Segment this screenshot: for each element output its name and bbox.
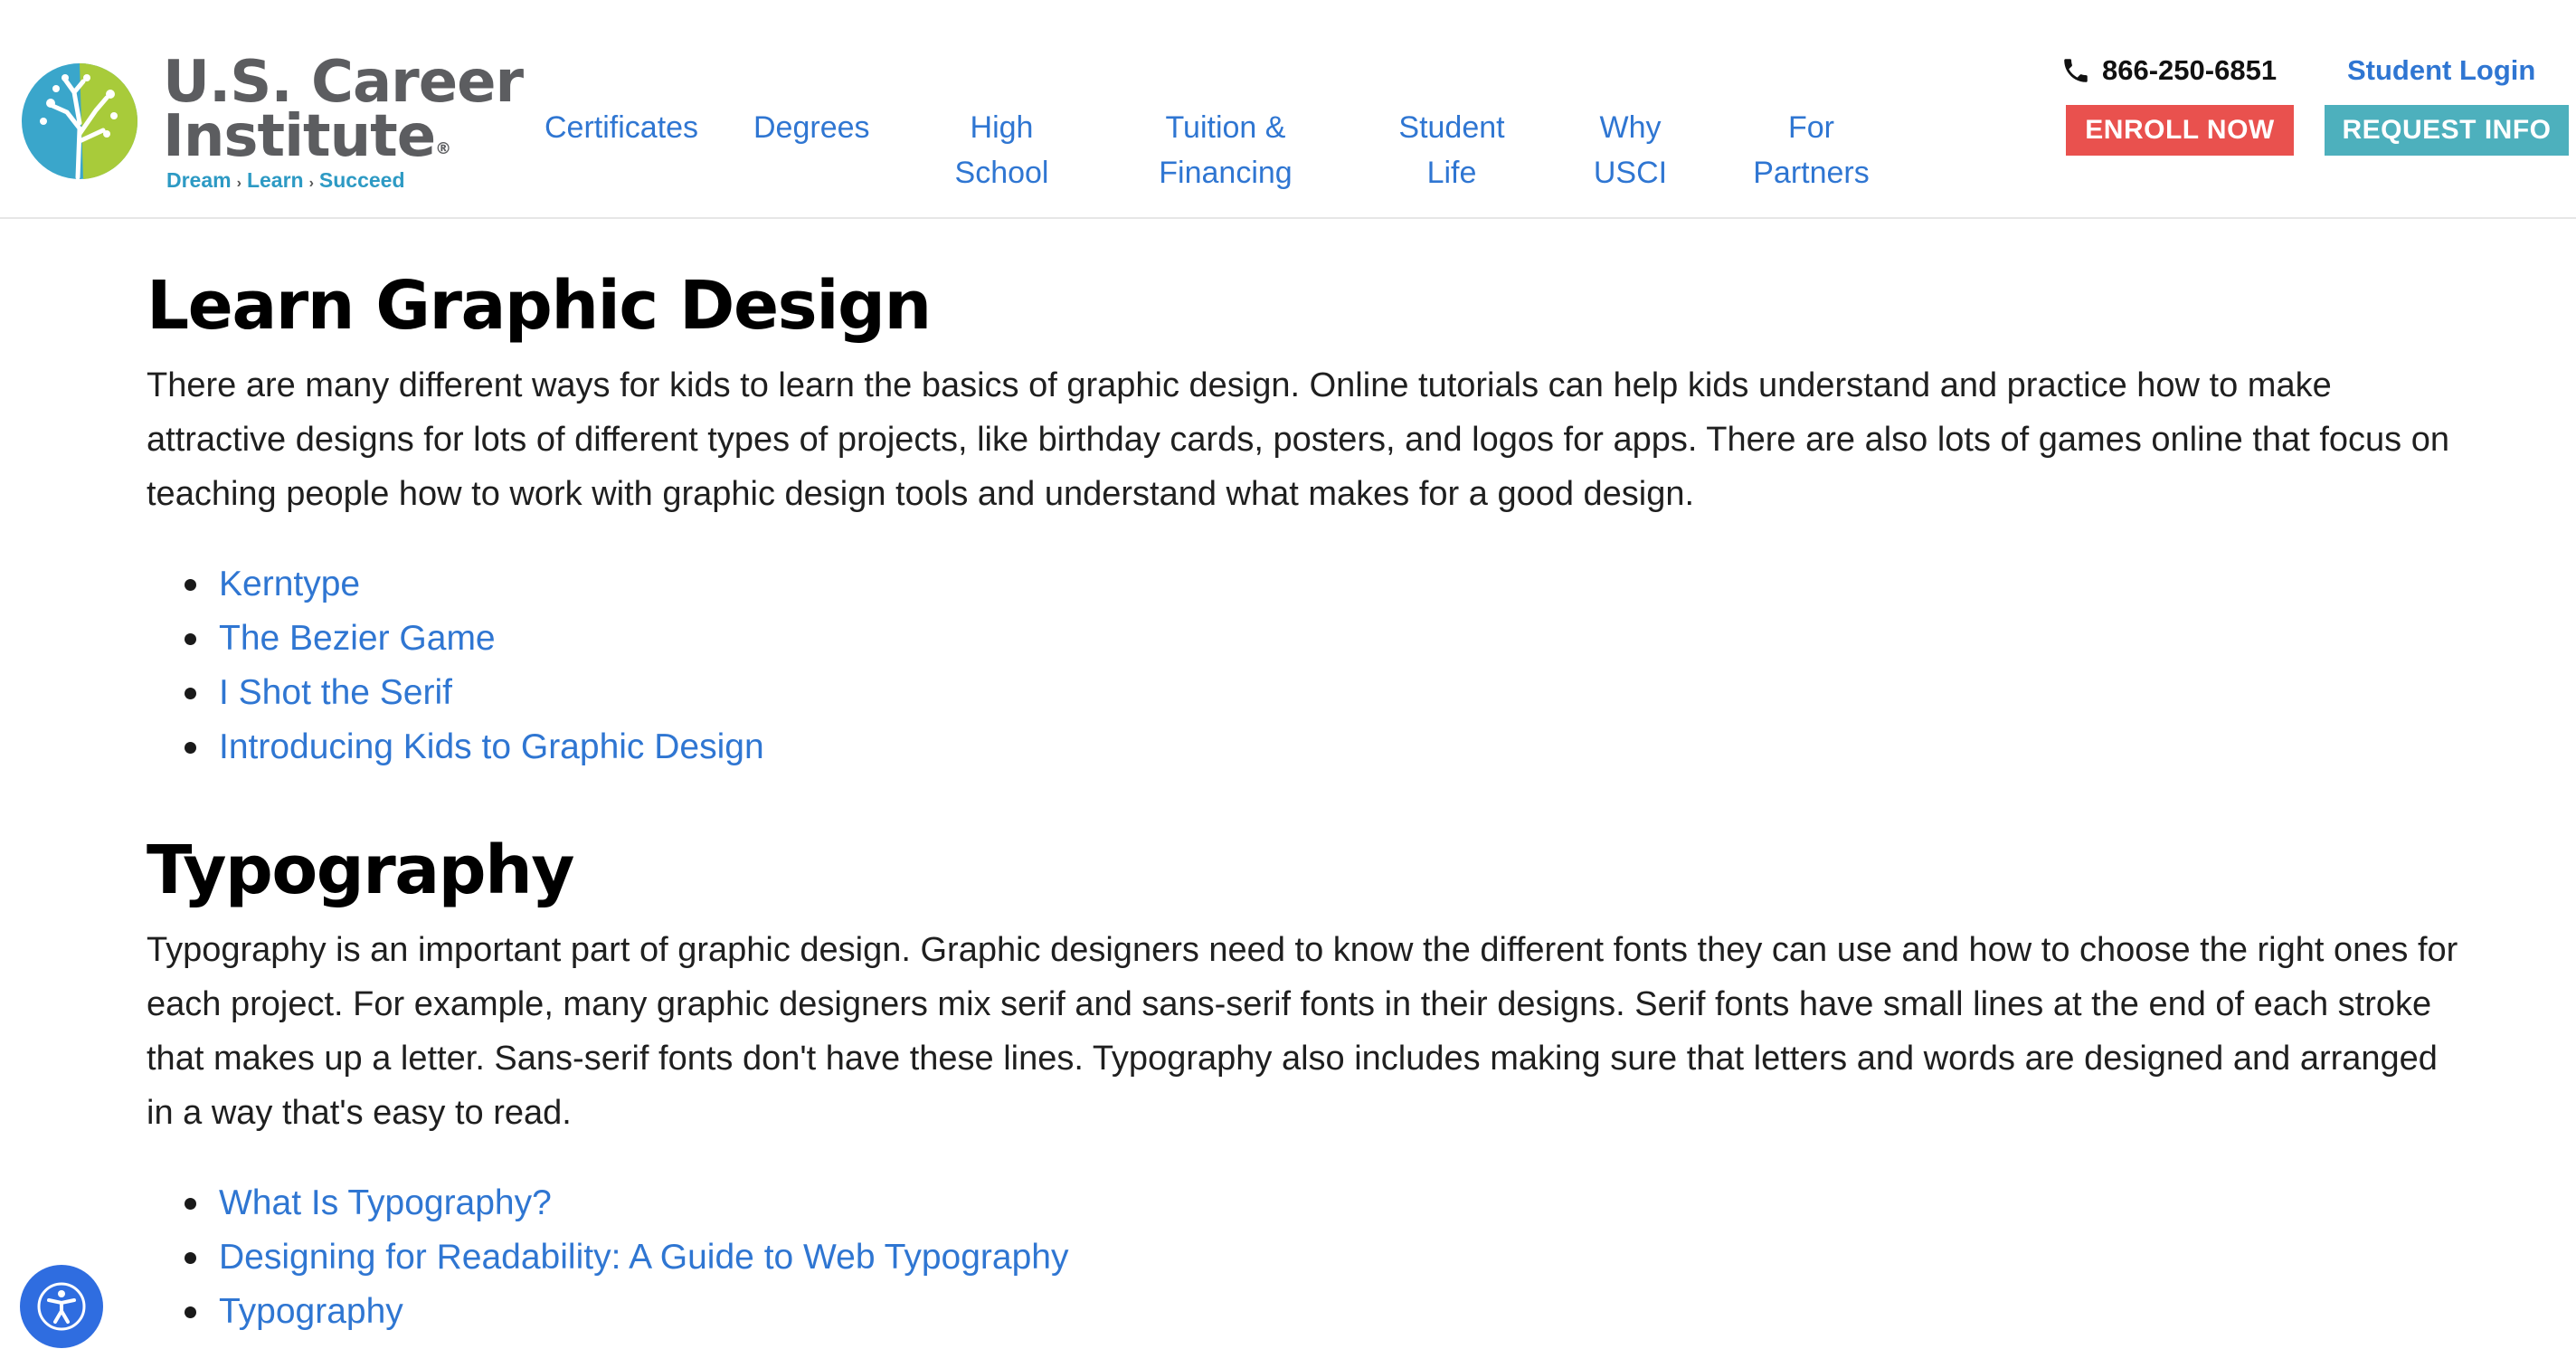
nav-for-partners[interactable]: For Partners	[1750, 105, 1872, 195]
section-paragraph: Typography is an important part of graph…	[147, 931, 2458, 1132]
phone-icon	[2064, 59, 2088, 82]
student-login-link[interactable]: Student Login	[2347, 54, 2535, 87]
tagline-separator: ›	[236, 176, 242, 191]
logo-line-2-text: Institute	[163, 103, 436, 170]
nav-tuition-line-1: Tuition &	[1165, 110, 1286, 145]
nav-why-usci-line-2: USCI	[1593, 156, 1668, 190]
accessibility-button[interactable]	[20, 1265, 103, 1348]
nav-degrees[interactable]: Degrees	[753, 105, 870, 150]
link-designing-for-readability[interactable]: Designing for Readability: A Guide to We…	[219, 1238, 1068, 1277]
nav-degrees-label: Degrees	[753, 110, 870, 145]
nav-tuition-line-2: Financing	[1159, 156, 1293, 190]
tagline-separator: ›	[308, 176, 314, 191]
bullet-icon	[185, 1306, 196, 1318]
list-item: Typography	[185, 1285, 2462, 1339]
section-heading: Typography	[147, 831, 575, 909]
bullet-icon	[185, 1252, 196, 1264]
nav-student-life[interactable]: Student Life	[1393, 105, 1511, 195]
bullet-icon	[185, 742, 196, 754]
phone-link[interactable]: 866-250-6851	[2060, 54, 2277, 87]
section-typography: Typography Typography is an important pa…	[147, 827, 2462, 1339]
main-content: Learn Graphic Design There are many diff…	[147, 262, 2462, 1339]
link-what-is-typography[interactable]: What Is Typography?	[219, 1183, 552, 1222]
section-heading: Learn Graphic Design	[147, 267, 932, 345]
list-item: The Bezier Game	[185, 612, 2462, 666]
tagline-dream: Dream	[166, 168, 232, 192]
section-paragraph: There are many different ways for kids t…	[147, 366, 2449, 513]
link-kerntype[interactable]: Kerntype	[219, 565, 360, 603]
tagline-succeed: Succeed	[318, 168, 405, 192]
nav-certificates[interactable]: Certificates	[545, 105, 698, 150]
link-introducing-kids[interactable]: Introducing Kids to Graphic Design	[219, 727, 764, 766]
enroll-now-button[interactable]: ENROLL NOW	[2066, 105, 2294, 156]
nav-student-life-line-1: Student	[1398, 110, 1505, 145]
nav-high-school-line-1: High	[970, 110, 1034, 145]
registered-mark: ®	[435, 139, 451, 158]
list-item: I Shot the Serif	[185, 666, 2462, 720]
phone-number: 866-250-6851	[2102, 54, 2278, 86]
nav-student-life-line-2: Life	[1426, 156, 1477, 190]
bullet-icon	[185, 688, 196, 699]
logo-tagline: Dream › Learn › Succeed	[166, 168, 523, 193]
nav-high-school[interactable]: High School	[941, 105, 1063, 195]
nav-high-school-line-2: School	[954, 156, 1049, 190]
tree-logo-icon	[22, 63, 138, 180]
link-i-shot-the-serif[interactable]: I Shot the Serif	[219, 673, 452, 712]
logo-wordmark: U.S. Career Institute® Dream › Learn › Succe…	[163, 52, 524, 193]
list-item: Kerntype	[185, 557, 2462, 612]
nav-tuition-financing[interactable]: Tuition & Financing	[1149, 105, 1302, 195]
bullet-icon	[185, 633, 196, 645]
bullet-icon	[185, 579, 196, 591]
tagline-learn: Learn	[246, 168, 304, 192]
nav-certificates-label: Certificates	[545, 110, 699, 145]
resource-link-list: Kerntype The Bezier Game I Shot the Seri…	[185, 557, 2462, 774]
accessibility-icon	[37, 1282, 86, 1331]
nav-why-usci-line-1: Why	[1599, 110, 1662, 145]
link-typography[interactable]: Typography	[219, 1292, 403, 1331]
list-item: Introducing Kids to Graphic Design	[185, 720, 2462, 774]
section-learn-graphic-design: Learn Graphic Design There are many diff…	[147, 262, 2462, 774]
link-bezier-game[interactable]: The Bezier Game	[219, 619, 496, 658]
site-logo[interactable]: U.S. Career Institute® Dream › Learn › Succe…	[20, 52, 524, 192]
resource-link-list: What Is Typography? Designing for Readab…	[185, 1176, 2462, 1339]
list-item: Designing for Readability: A Guide to We…	[185, 1230, 2462, 1285]
bullet-icon	[185, 1198, 196, 1210]
nav-for-partners-line-2: Partners	[1753, 156, 1870, 190]
request-info-button[interactable]: REQUEST INFO	[2325, 105, 2569, 156]
list-item: What Is Typography?	[185, 1176, 2462, 1230]
site-header: U.S. Career Institute® Dream › Learn › Succe…	[0, 0, 2576, 219]
nav-why-usci[interactable]: Why USCI	[1587, 105, 1673, 195]
nav-for-partners-line-1: For	[1788, 110, 1834, 145]
